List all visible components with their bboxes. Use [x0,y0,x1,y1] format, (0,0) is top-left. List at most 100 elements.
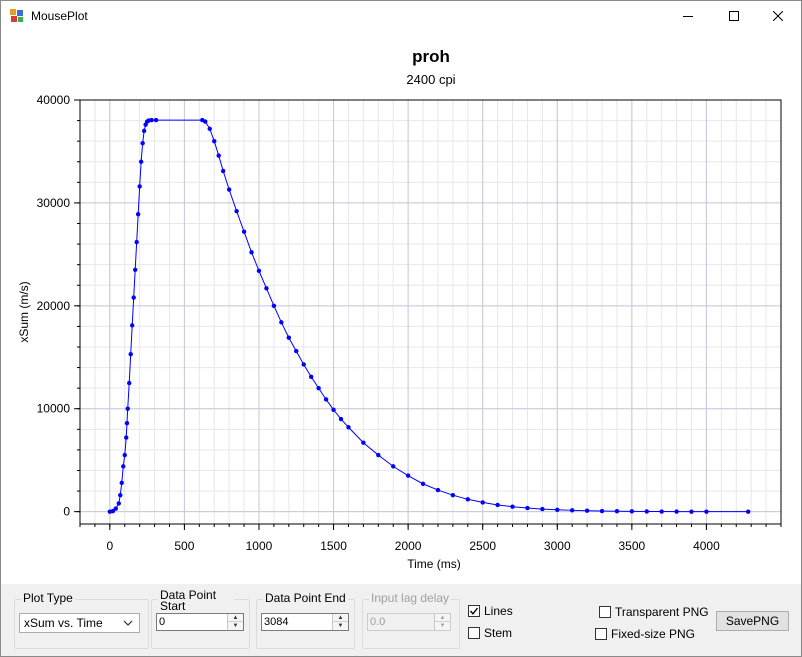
data-point [127,380,132,386]
x-tick-label: 3000 [544,539,571,553]
data-point [391,464,396,469]
close-button[interactable] [755,1,801,31]
data-point [138,159,144,164]
fixed-checkbox-row[interactable]: Fixed-size PNG [595,627,695,641]
chart-subtitle: 2400 cpi [406,72,455,87]
lines-checkbox-row[interactable]: Lines [468,604,513,618]
data-point [207,126,212,132]
plot-type-select[interactable]: xSum vs. Time [19,613,140,633]
end-input[interactable] [262,614,326,630]
stem-checkbox[interactable] [468,627,480,639]
start-input[interactable] [157,614,221,630]
data-point [450,492,456,498]
data-point [271,303,277,309]
end-label: Data Point End [263,591,348,605]
data-point [149,117,154,123]
grid-layer [80,99,781,524]
y-axis-label: xSum (m/s) [17,281,31,342]
data-point [510,504,515,509]
end-group: Data Point End ▲ ▼ [256,592,355,649]
data-point [540,506,545,512]
y-tick-label: 40000 [37,93,71,107]
lag-spin-buttons: ▲ ▼ [434,614,450,630]
data-point [659,509,664,514]
minimize-button[interactable] [665,1,711,31]
end-up-button[interactable]: ▲ [333,614,348,622]
transparent-checkbox[interactable] [599,606,611,618]
data-point [361,440,366,445]
start-up-button[interactable]: ▲ [228,614,243,622]
x-tick-label: 500 [174,539,194,553]
x-tick-label: 1000 [246,539,273,553]
maximize-icon [729,11,739,21]
down-arrow-icon: ▼ [439,623,446,629]
data-point [118,492,123,498]
start-down-button[interactable]: ▼ [228,622,243,630]
x-tick-label: 0 [106,539,113,553]
plot-type-label: Plot Type [21,591,75,605]
stem-checkbox-row[interactable]: Stem [468,626,512,640]
y-tick-label: 20000 [37,299,71,313]
data-point [286,335,292,340]
data-point [435,487,441,493]
data-point [480,500,485,505]
data-point [555,507,560,512]
start-stepper[interactable]: ▲ ▼ [156,613,244,631]
fixed-checkbox[interactable] [595,628,607,640]
y-tick-label: 30000 [37,196,71,210]
title-bar: MousePlot [1,1,801,31]
checkmark-icon [469,607,479,615]
chart-title: proh [412,47,450,66]
end-spin-buttons: ▲ ▼ [332,614,348,630]
x-tick-label: 2000 [395,539,422,553]
data-point [113,506,118,511]
data-point [308,374,314,380]
y-tick-label: 10000 [37,402,71,416]
save-png-button[interactable]: SavePNG [716,611,789,631]
y-tick-label: 0 [63,505,70,519]
plot-area[interactable]: proh 2400 cpi 0 500 1000 1500 2000 2500 3000 35… [1,31,801,583]
data-point [212,138,217,144]
maximize-button[interactable] [711,1,757,31]
lag-stepper: ▲ ▼ [367,613,451,631]
data-point [130,323,135,328]
minimize-icon [683,16,693,17]
data-point [137,184,142,189]
transparent-checkbox-row[interactable]: Transparent PNG [599,605,709,619]
data-point [599,508,605,514]
data-point [116,501,121,506]
data-point [121,464,126,469]
chart: proh 2400 cpi 0 500 1000 1500 2000 2500 3000 35… [17,47,782,571]
data-point [525,505,530,511]
data-point [294,348,299,354]
data-point [141,128,147,134]
data-point [125,406,130,411]
chevron-down-icon [123,620,133,626]
lag-label: Input lag delay [369,591,452,605]
data-point [338,416,344,422]
data-point [301,362,306,367]
data-point [644,509,649,514]
data-point [220,168,226,174]
data-point [131,295,136,300]
lag-input [368,614,432,630]
down-arrow-icon: ▼ [232,623,239,629]
start-spin-buttons: ▲ ▼ [227,614,243,630]
data-point [140,141,145,146]
data-point [704,509,709,514]
plot-type-group: Plot Type xSum vs. Time [14,592,149,649]
data-point [128,351,133,357]
lines-checkbox[interactable] [468,605,480,617]
data-point [584,508,590,513]
data-point [279,320,284,325]
data-point [614,509,620,514]
end-down-button[interactable]: ▼ [333,622,348,630]
fixed-label: Fixed-size PNG [611,627,696,641]
up-arrow-icon: ▲ [439,614,446,621]
data-point [405,473,411,478]
end-stepper[interactable]: ▲ ▼ [261,613,349,631]
x-tick-label: 4000 [693,539,720,553]
data-point [346,425,351,430]
lag-group: Input lag delay ▲ ▼ [362,592,460,649]
data-point [689,509,694,514]
